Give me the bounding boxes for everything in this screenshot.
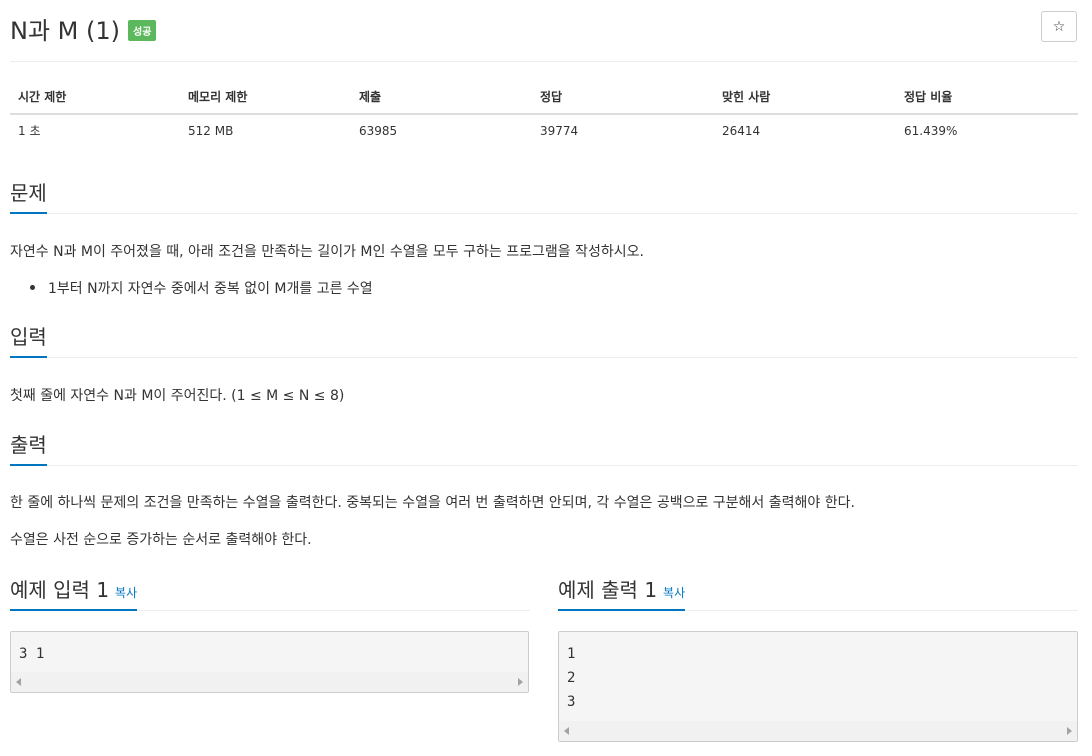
scroll-right-icon[interactable]	[1067, 727, 1072, 735]
star-button[interactable]: ☆	[1041, 11, 1077, 42]
scroll-right-icon[interactable]	[518, 678, 523, 686]
horizontal-scrollbar[interactable]	[11, 672, 528, 692]
sample-input-heading-wrap: 예제 입력 1 복사	[10, 574, 138, 611]
value-submissions: 63985	[359, 123, 398, 138]
sample-output-heading-wrap: 예제 출력 1 복사	[558, 574, 686, 611]
header-accepted: 정답	[532, 80, 714, 115]
input-description: 첫째 줄에 자연수 N과 M이 주어진다. (1 ≤ M ≤ N ≤ 8)	[10, 388, 345, 404]
list-item: 1부터 N까지 자연수 중에서 중복 없이 M개를 고른 수열	[30, 278, 373, 298]
output-heading: 출력	[10, 429, 47, 466]
scroll-left-icon[interactable]	[564, 727, 569, 735]
scroll-left-icon[interactable]	[16, 678, 21, 686]
value-solvers: 26414	[722, 123, 761, 138]
header-submissions: 제출	[351, 80, 532, 115]
value-time-limit: 1 초	[18, 124, 41, 138]
status-badge: 성공	[128, 19, 157, 41]
problem-heading: 문제	[10, 177, 47, 214]
output-description-2: 수열은 사전 순으로 증가하는 순서로 출력해야 한다.	[10, 532, 312, 548]
value-memory-limit: 512 MB	[188, 123, 234, 138]
sample-output-line: 2	[567, 670, 576, 686]
info-value-row: 1 초 512 MB 63985 39774 26414 61.439%	[10, 114, 1078, 146]
sample-output-line: 1	[567, 646, 576, 662]
divider	[10, 61, 1078, 62]
problem-description: 자연수 N과 M이 주어졌을 때, 아래 조건을 만족하는 길이가 M인 수열을…	[10, 244, 644, 260]
sample-input-header: 예제 입력 1 복사	[10, 574, 530, 611]
input-section-header: 입력	[10, 321, 1078, 358]
problem-section-header: 문제	[10, 177, 1078, 214]
page-title: N과 M (1)	[10, 16, 120, 45]
header-ratio: 정답 비율	[896, 80, 1078, 115]
copy-sample-output-link[interactable]: 복사	[663, 586, 685, 600]
horizontal-scrollbar[interactable]	[559, 721, 1077, 741]
star-icon: ☆	[1052, 18, 1066, 35]
header-memory-limit: 메모리 제한	[180, 80, 351, 115]
sample-input-heading: 예제 입력 1	[10, 578, 110, 602]
sample-input-box[interactable]: 3 1	[10, 631, 529, 693]
sample-output-header: 예제 출력 1 복사	[558, 574, 1078, 611]
copy-sample-input-link[interactable]: 복사	[115, 586, 137, 600]
bullet-icon	[30, 285, 35, 290]
sample-output-line: 3	[567, 694, 576, 710]
sample-input-line: 3 1	[19, 646, 45, 662]
output-section-header: 출력	[10, 429, 1078, 466]
output-description-1: 한 줄에 하나씩 문제의 조건을 만족하는 수열을 출력한다. 중복되는 수열을…	[10, 495, 855, 511]
sample-output-heading: 예제 출력 1	[558, 578, 658, 602]
problem-info-table: 시간 제한 메모리 제한 제출 정답 맞힌 사람 정답 비율 1 초 512 M…	[10, 80, 1078, 146]
input-heading: 입력	[10, 321, 47, 358]
sample-output-box[interactable]: 1 2 3	[558, 631, 1078, 742]
value-ratio: 61.439%	[904, 123, 958, 138]
list-item-text: 1부터 N까지 자연수 중에서 중복 없이 M개를 고른 수열	[48, 281, 373, 297]
info-header-row: 시간 제한 메모리 제한 제출 정답 맞힌 사람 정답 비율	[10, 80, 1078, 115]
header-time-limit: 시간 제한	[10, 80, 180, 115]
header-solvers: 맞힌 사람	[714, 80, 896, 115]
value-accepted: 39774	[540, 123, 579, 138]
title-row: N과 M (1) 성공	[10, 12, 157, 45]
